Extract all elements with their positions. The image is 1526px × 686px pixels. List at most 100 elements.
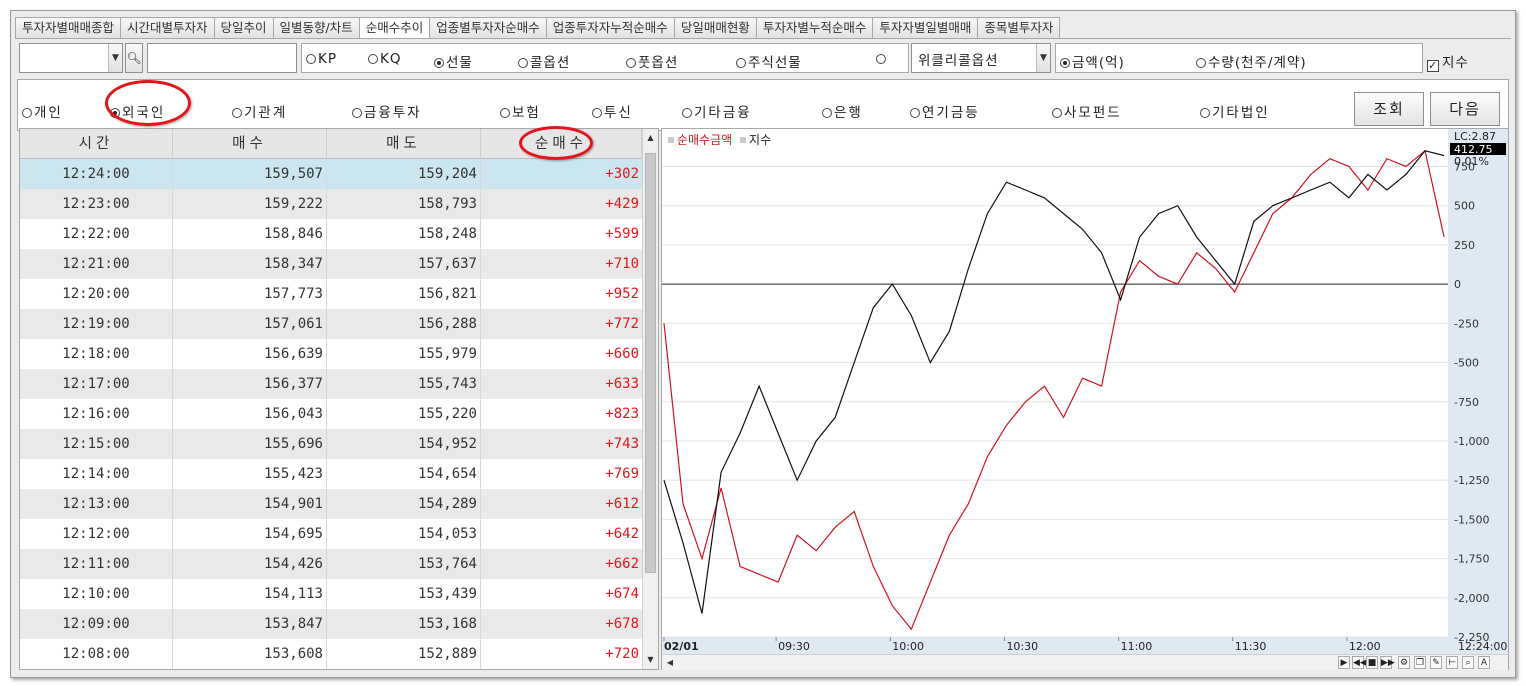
rewind-icon[interactable]: ◀◀ — [1352, 656, 1367, 669]
table-row[interactable]: 12:22:00 158,846 158,248 +599 — [20, 219, 642, 249]
table-row[interactable]: 12:12:00 154,695 154,053 +642 — [20, 519, 642, 549]
table-cell: 12:21:00 — [20, 249, 173, 279]
tab-5[interactable]: 업종별투자자순매수 — [429, 17, 546, 39]
index-checkbox[interactable]: ✓ 지수 — [1427, 51, 1469, 72]
table-cell: +720 — [605, 646, 639, 662]
gear-icon[interactable]: ⚙ — [1398, 656, 1410, 669]
radio-unit-quantity[interactable]: 수량(천주/계약) — [1196, 51, 1307, 71]
radio-label: 주식선물 — [748, 55, 802, 71]
table-row[interactable]: 12:18:00 156,639 155,979 +660 — [20, 339, 642, 369]
table-row[interactable]: 12:21:00 158,347 157,637 +710 — [20, 249, 642, 279]
table-row[interactable]: 12:09:00 153,847 153,168 +678 — [20, 609, 642, 639]
radio-market-put[interactable]: 풋옵션 — [626, 51, 678, 71]
tab-1[interactable]: 시간대별투자자 — [120, 17, 214, 39]
y-tick-label: -500 — [1454, 357, 1479, 370]
scroll-up-icon[interactable]: ▲ — [643, 129, 658, 147]
column-header-1[interactable]: 매수 — [173, 129, 327, 159]
table-row[interactable]: 12:13:00 154,901 154,289 +612 — [20, 489, 642, 519]
tab-0[interactable]: 투자자별매매종합 — [15, 17, 121, 39]
chart-legend: 순매수금액 지수 — [668, 131, 771, 148]
code-combo[interactable]: ▼ — [19, 43, 123, 73]
table-row[interactable]: 12:20:00 157,773 156,821 +952 — [20, 279, 642, 309]
fast-forward-icon[interactable]: ▶▶ — [1380, 656, 1395, 669]
column-header-0[interactable]: 시간 — [20, 129, 173, 159]
table-cell: 154,426 — [173, 549, 327, 579]
table-row[interactable]: 12:15:00 155,696 154,952 +743 — [20, 429, 642, 459]
radio-market-kq[interactable]: KQ — [368, 51, 401, 67]
radio-market-weekly[interactable] — [876, 51, 888, 67]
radio-dot — [822, 108, 832, 118]
name-field[interactable] — [147, 43, 297, 73]
window-icon[interactable]: ❐ — [1414, 656, 1426, 669]
table-cell: 158,793 — [327, 189, 481, 219]
table-row[interactable]: 12:14:00 155,423 154,654 +769 — [20, 459, 642, 489]
weekly-option-select[interactable]: 위클리콜옵션 ▼ — [911, 43, 1051, 73]
weekly-option-value: 위클리콜옵션 — [918, 53, 999, 69]
table-row[interactable]: 12:10:00 154,113 153,439 +674 — [20, 579, 642, 609]
scroll-left-icon[interactable]: ◀ — [664, 656, 676, 669]
search-icon[interactable]: 🔍︎ — [125, 43, 143, 73]
table-cell: 12:13:00 — [20, 489, 173, 519]
scroll-down-icon[interactable]: ▼ — [643, 651, 658, 669]
tab-10[interactable]: 종목별투자자 — [977, 17, 1061, 39]
table-row[interactable]: 12:16:00 156,043 155,220 +823 — [20, 399, 642, 429]
tab-6[interactable]: 업종투자자누적순매수 — [545, 17, 674, 39]
radio-investor-9[interactable]: 사모펀드 — [1052, 101, 1122, 121]
table-cell: 156,043 — [173, 399, 327, 429]
scroll-thumb[interactable] — [645, 153, 656, 573]
column-header-2[interactable]: 매도 — [327, 129, 481, 159]
table-cell: 153,168 — [327, 609, 481, 639]
tab-7[interactable]: 당일매매현황 — [673, 17, 756, 39]
stop-icon[interactable]: ■ — [1366, 656, 1378, 669]
table-body: 12:24:00 159,507 159,204 +302 12:23:00 159,22… — [20, 159, 642, 669]
radio-market-kp[interactable]: KP — [306, 51, 337, 67]
series-net-buy — [663, 149, 1445, 631]
radio-market-futures[interactable]: 선물 — [434, 51, 473, 71]
tab-2[interactable]: 당일추이 — [213, 17, 273, 39]
table-row[interactable]: 12:24:00 159,507 159,204 +302 — [20, 159, 642, 189]
radio-investor-10[interactable]: 기타법인 — [1200, 101, 1270, 121]
table-row[interactable]: 12:11:00 154,426 153,764 +662 — [20, 549, 642, 579]
radio-unit-amount[interactable]: 금액(억) — [1060, 51, 1125, 71]
play-icon[interactable]: ▶ — [1338, 656, 1350, 669]
net-buy-chart: 7505002500-250-500-750-1,000-1,250-1,500… — [662, 129, 1508, 654]
chevron-down-icon[interactable]: ▼ — [1036, 44, 1050, 72]
radio-investor-4[interactable]: 보험 — [500, 101, 541, 121]
table-row[interactable]: 12:17:00 156,377 155,743 +633 — [20, 369, 642, 399]
table-cell: 12:22:00 — [20, 219, 173, 249]
radio-investor-3[interactable]: 금융투자 — [352, 101, 422, 121]
radio-market-stock-futures[interactable]: 주식선물 — [736, 51, 802, 71]
radio-investor-0[interactable]: 개인 — [22, 101, 63, 121]
tab-9[interactable]: 투자자별일별매매 — [872, 17, 978, 39]
radio-investor-8[interactable]: 연기금등 — [910, 101, 980, 121]
radio-market-call[interactable]: 콜옵션 — [518, 51, 570, 71]
radio-investor-2[interactable]: 기관계 — [232, 101, 287, 121]
radio-dot — [22, 108, 32, 118]
chevron-down-icon[interactable]: ▼ — [108, 44, 122, 72]
query-button[interactable]: 조회 — [1354, 92, 1424, 126]
table-cell: +823 — [605, 406, 639, 422]
table-cell: +429 — [605, 196, 639, 212]
series-index — [663, 150, 1445, 614]
radio-investor-5[interactable]: 투신 — [592, 101, 633, 121]
tab-8[interactable]: 투자자별누적순매수 — [755, 17, 873, 39]
zoom-icon[interactable]: ⌕ — [1462, 656, 1474, 669]
radio-dot — [500, 108, 510, 118]
tool-icon[interactable]: ✎ — [1430, 656, 1442, 669]
table-row[interactable]: 12:19:00 157,061 156,288 +772 — [20, 309, 642, 339]
radio-investor-6[interactable]: 기타금융 — [682, 101, 752, 121]
table-row[interactable]: 12:08:00 153,608 152,889 +720 — [20, 639, 642, 669]
table-row[interactable]: 12:23:00 159,222 158,793 +429 — [20, 189, 642, 219]
text-icon[interactable]: A — [1478, 656, 1490, 669]
radio-investor-7[interactable]: 은행 — [822, 101, 863, 121]
radio-label: 금액(억) — [1072, 55, 1125, 71]
crosshair-icon[interactable]: ⊢ — [1446, 656, 1458, 669]
vertical-scrollbar[interactable]: ▲ ▼ — [642, 129, 658, 669]
tab-4[interactable]: 순매수추이 — [358, 17, 430, 39]
tab-3[interactable]: 일별동향/차트 — [272, 17, 359, 39]
next-button[interactable]: 다음 — [1430, 92, 1500, 126]
table-cell: +678 — [605, 616, 639, 632]
x-tick-label: 09:30 — [778, 640, 810, 653]
radio-dot — [736, 58, 746, 68]
radio-dot — [910, 108, 920, 118]
